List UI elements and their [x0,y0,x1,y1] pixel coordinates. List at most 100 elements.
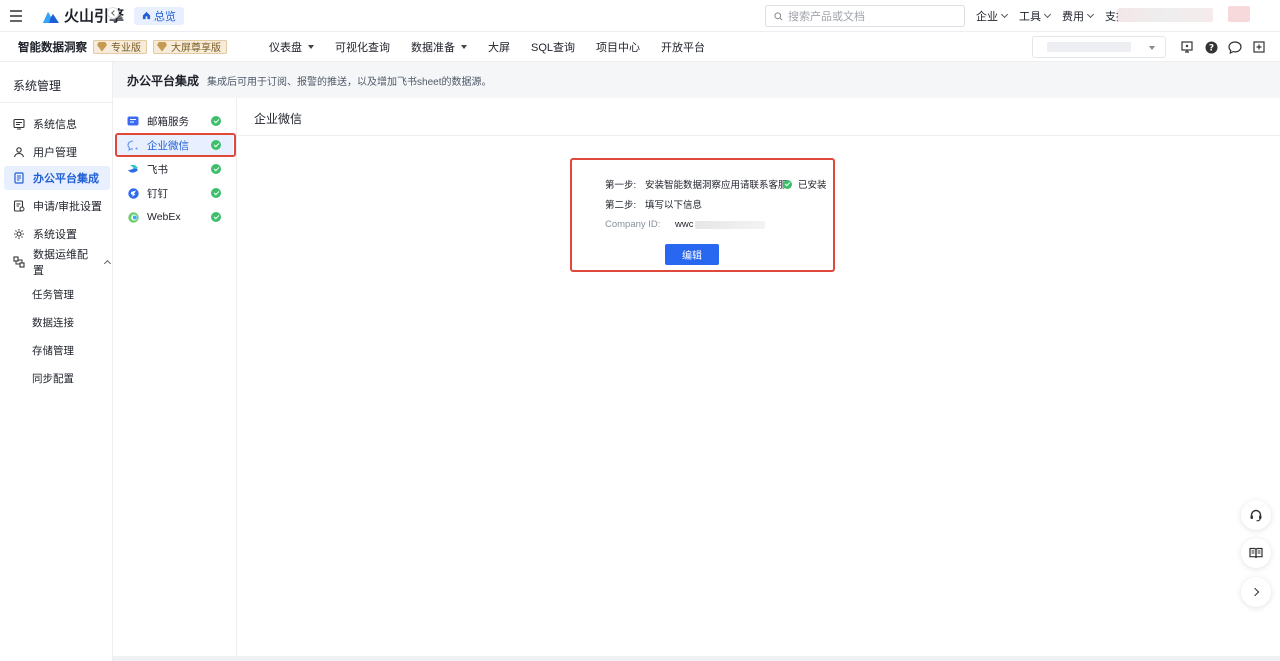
topnav-enterprise[interactable]: 企业 [976,8,1009,24]
nav-project-center[interactable]: 项目中心 [596,39,640,55]
page-header: 办公平台集成 集成后可用于订阅、报警的推送，以及增加飞书sheet的数据源。 [113,62,1280,98]
customer-service-button[interactable] [1241,500,1271,530]
product-name: 智能数据洞察 [18,41,87,54]
caret-down-icon [461,45,467,49]
nav-visual-query[interactable]: 可视化查询 [335,39,390,55]
sidebar-item-settings[interactable]: 系统设置 [4,222,110,246]
diamond-icon [97,41,107,52]
chevron-up-icon[interactable] [104,260,112,267]
overview-button[interactable]: 总览 [134,6,185,25]
sidebar-subitem-storage[interactable]: 存储管理 [32,343,74,358]
expand-button[interactable] [1241,577,1271,607]
detail-title: 企业微信 [254,112,303,126]
sidebar-subitem-tasks[interactable]: 任务管理 [32,287,74,302]
product-bar: 智能数据洞察 专业版 大屏尊享版 仪表盘 可视化查询 数据准备 大屏 SQL查询… [0,32,1280,62]
sidebar-subitem-connections[interactable]: 数据连接 [32,315,74,330]
search-placeholder: 搜索产品或文档 [788,11,865,23]
chevron-down-icon [1000,10,1009,19]
divider [237,135,1280,136]
nav-open-platform[interactable]: 开放平台 [661,39,705,55]
caret-down-icon [308,45,314,49]
nav-dashboard[interactable]: 仪表盘 [269,39,314,55]
check-circle-icon [211,164,221,174]
sidebar-item-office-integration[interactable]: 办公平台集成 [4,166,110,190]
step-two-label: 第二步: [605,200,637,211]
sidebar-item-label: 数据运维配置 [33,249,88,277]
mail-icon [127,115,139,127]
search-icon [774,11,783,20]
company-id-label: Company ID: [605,219,661,230]
nav-big-screen[interactable]: 大屏 [488,39,510,55]
chevron-down-icon [1043,10,1052,19]
page-description: 集成后可用于订阅、报警的推送，以及增加飞书sheet的数据源。 [207,76,492,88]
step-one-text: 安装智能数据洞察应用请联系客服 [645,180,788,191]
chat-icon[interactable] [1228,40,1242,54]
install-status: 已安装 [783,177,827,191]
company-id-row: Company ID: wwc [605,219,766,230]
channel-item-webex[interactable]: WebEx [117,205,233,229]
wecom-config-card: 第一步: 安装智能数据洞察应用请联系客服 已安装 第二步: 填写以下信息 Com… [570,158,835,272]
step-two-row: 第二步: 填写以下信息 [605,197,702,211]
nav-data-prep[interactable]: 数据准备 [411,39,467,55]
headset-icon [1250,509,1262,522]
nav-sql-query[interactable]: SQL查询 [531,39,575,55]
highlight-box-selected-channel [115,133,236,157]
user-account-blurred[interactable] [1118,8,1213,22]
sidebar-item-system-info[interactable]: 系统信息 [4,112,110,136]
sidebar-collapse-button[interactable] [107,7,119,19]
project-select[interactable] [1032,36,1166,58]
sidebar-item-label: 办公平台集成 [33,173,99,185]
users-icon [13,147,25,158]
divider [0,102,113,103]
sidebar-item-label: 系统设置 [33,229,77,241]
caret-down-icon [1149,46,1155,50]
page-title: 办公平台集成 [127,73,200,88]
docs-button[interactable] [1241,538,1271,568]
check-circle-icon [211,212,221,222]
volcano-logo-icon [43,11,59,23]
sidebar-item-label: 申请/审批设置 [33,201,103,213]
step-one-row: 第一步: 安装智能数据洞察应用请联系客服 [605,177,788,191]
add-panel-icon[interactable] [1252,40,1266,54]
topnav-tools[interactable]: 工具 [1019,8,1052,24]
help-icon[interactable]: ? [1204,40,1218,54]
top-nav: 企业 工具 费用 支持 [976,0,1139,32]
svg-text:?: ? [1208,43,1213,53]
sidebar-item-label: 用户管理 [33,147,77,159]
screen-icon[interactable] [1180,40,1194,54]
badge-bigscreen: 大屏尊享版 [153,39,227,54]
edit-button[interactable]: 编辑 [665,244,719,265]
sidebar-item-label: 系统信息 [33,119,77,131]
system-info-icon [13,118,25,130]
check-circle-icon [211,188,221,198]
webex-icon [127,211,139,223]
step-two-text: 填写以下信息 [645,200,703,211]
install-status-text: 已安装 [798,180,827,191]
data-ops-icon [13,256,25,268]
dingtalk-icon [127,187,139,199]
sidebar-item-data-ops[interactable]: 数据运维配置 [4,249,112,277]
channel-item-feishu[interactable]: 飞书 [117,157,233,181]
badge-pro: 专业版 [93,39,147,54]
book-icon [1249,547,1263,559]
integration-channel-list: 邮箱服务 企业微信 飞书 钉钉 WebEx [113,98,237,661]
sidebar-subitem-sync[interactable]: 同步配置 [32,371,74,386]
chevron-left-icon [110,10,117,16]
overview-label: 总览 [154,10,177,23]
sidebar-item-approval[interactable]: 申请/审批设置 [4,194,110,218]
check-circle-icon [211,116,221,126]
topnav-billing[interactable]: 费用 [1062,8,1095,24]
search-input[interactable]: 搜索产品或文档 [765,5,965,27]
utility-icons: ? [1180,32,1276,62]
bottom-strip [113,656,1280,661]
document-icon [14,172,24,184]
channel-item-mail[interactable]: 邮箱服务 [117,109,233,133]
check-circle-icon [783,179,792,189]
sidebar-item-users[interactable]: 用户管理 [4,140,110,164]
menu-icon[interactable] [0,0,32,32]
company-id-value: wwc [675,219,694,230]
avatar[interactable] [1228,6,1250,22]
main-nav: 仪表盘 可视化查询 数据准备 大屏 SQL查询 项目中心 开放平台 [269,32,726,62]
channel-item-dingtalk[interactable]: 钉钉 [117,181,233,205]
approval-icon [13,200,25,212]
